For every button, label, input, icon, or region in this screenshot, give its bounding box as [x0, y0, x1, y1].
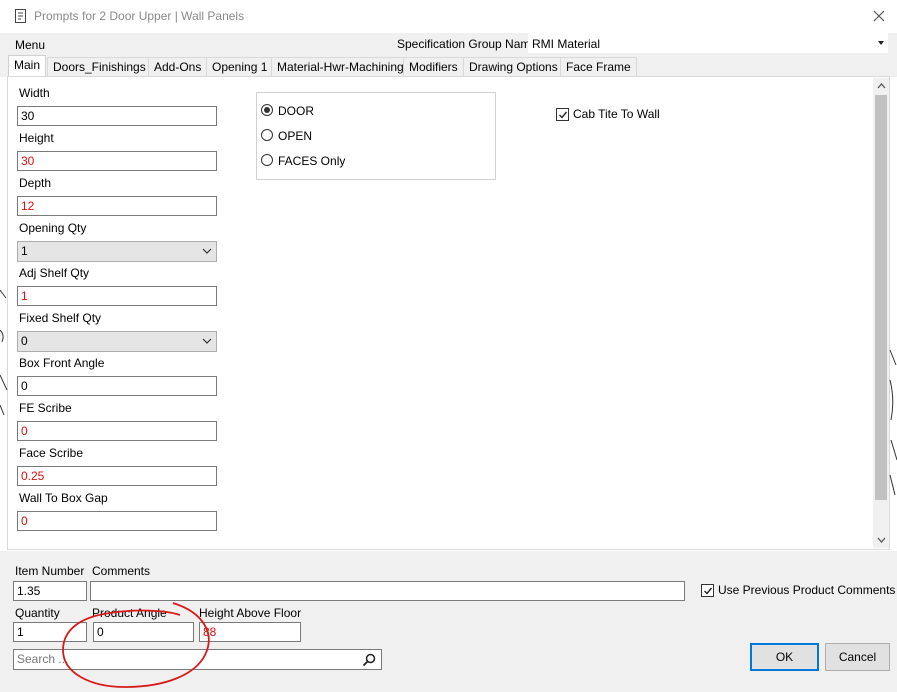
radio-faces-only[interactable]: [261, 154, 273, 166]
tab-drawing-options[interactable]: Drawing Options: [463, 57, 564, 76]
adj-shelf-qty-label: Adj Shelf Qty: [19, 266, 90, 280]
cab-tite-to-wall-checkbox[interactable]: [556, 108, 569, 121]
tab-opening-1[interactable]: Opening 1: [206, 57, 274, 76]
vertical-scrollbar[interactable]: [873, 78, 889, 548]
box-front-angle-field[interactable]: 0: [17, 376, 217, 396]
item-number-label: Item Number: [15, 564, 85, 578]
menu-button[interactable]: Menu: [15, 38, 45, 52]
tab-modifiers[interactable]: Modifiers: [403, 57, 464, 76]
tab-material-hwr-machining[interactable]: Material-Hwr-Machining: [271, 57, 410, 76]
fe-scribe-field[interactable]: 0: [17, 421, 217, 441]
chevron-down-icon: [202, 248, 212, 254]
fixed-shelf-qty-select[interactable]: 0: [17, 331, 217, 352]
cab-tite-to-wall-label[interactable]: Cab Tite To Wall: [573, 107, 660, 121]
annotation-circle: [62, 602, 210, 688]
tab-main[interactable]: Main: [8, 55, 47, 77]
wall-to-box-gap-label: Wall To Box Gap: [19, 491, 108, 505]
height-field[interactable]: 30: [17, 151, 217, 171]
background-drawing-fragment: [0, 289, 8, 416]
wall-to-box-gap-field[interactable]: 0: [17, 511, 217, 531]
scroll-down-icon[interactable]: [877, 537, 886, 543]
height-label: Height: [19, 131, 54, 145]
chevron-down-icon: [202, 338, 212, 344]
title-bar: Prompts for 2 Door Upper | Wall Panels: [0, 0, 897, 33]
spec-group-select[interactable]: RMI Material: [528, 33, 888, 53]
comments-label: Comments: [92, 564, 151, 578]
radio-open-label[interactable]: OPEN: [278, 129, 312, 143]
opening-qty-value: 1: [21, 244, 28, 258]
cancel-button[interactable]: Cancel: [825, 643, 890, 671]
checkmark-icon: [704, 587, 713, 595]
close-icon[interactable]: [873, 10, 885, 22]
width-field[interactable]: 30: [17, 106, 217, 126]
fe-scribe-label: FE Scribe: [19, 401, 72, 415]
width-label: Width: [19, 86, 50, 100]
fixed-shelf-qty-label: Fixed Shelf Qty: [19, 311, 102, 325]
dropdown-arrow-icon: [878, 41, 884, 45]
face-scribe-field[interactable]: 0.25: [17, 466, 217, 486]
tab-doors-finishings[interactable]: Doors_Finishings: [47, 57, 152, 76]
adj-shelf-qty-field[interactable]: 1: [17, 286, 217, 306]
face-scribe-label: Face Scribe: [19, 446, 84, 460]
spec-group-value: RMI Material: [532, 37, 601, 51]
spec-group-label: Specification Group Name: [397, 37, 538, 51]
quantity-label: Quantity: [15, 606, 60, 620]
search-icon[interactable]: [362, 653, 376, 667]
depth-label: Depth: [19, 176, 52, 190]
radio-dot-icon: [264, 107, 270, 113]
opening-qty-select[interactable]: 1: [17, 241, 217, 262]
radio-faces-only-label[interactable]: FACES Only: [278, 154, 345, 168]
fixed-shelf-qty-value: 0: [21, 334, 28, 348]
ok-button[interactable]: OK: [750, 643, 819, 671]
radio-door[interactable]: [261, 104, 273, 116]
use-previous-comments-label[interactable]: Use Previous Product Comments: [718, 583, 895, 597]
radio-door-label[interactable]: DOOR: [278, 104, 314, 118]
radio-open[interactable]: [261, 129, 273, 141]
background-drawing-fragment-right: [889, 349, 897, 496]
scrollbar-thumb[interactable]: [875, 95, 887, 500]
scroll-up-icon[interactable]: [877, 83, 886, 89]
use-previous-comments-checkbox[interactable]: [701, 584, 714, 597]
box-front-angle-label: Box Front Angle: [19, 356, 105, 370]
depth-field[interactable]: 12: [17, 196, 217, 216]
tab-face-frame[interactable]: Face Frame: [560, 57, 637, 76]
checkmark-icon: [559, 111, 568, 119]
tab-add-ons[interactable]: Add-Ons: [148, 57, 208, 76]
window-title: Prompts for 2 Door Upper | Wall Panels: [34, 9, 245, 23]
document-icon: [15, 9, 26, 23]
opening-qty-label: Opening Qty: [19, 221, 87, 235]
